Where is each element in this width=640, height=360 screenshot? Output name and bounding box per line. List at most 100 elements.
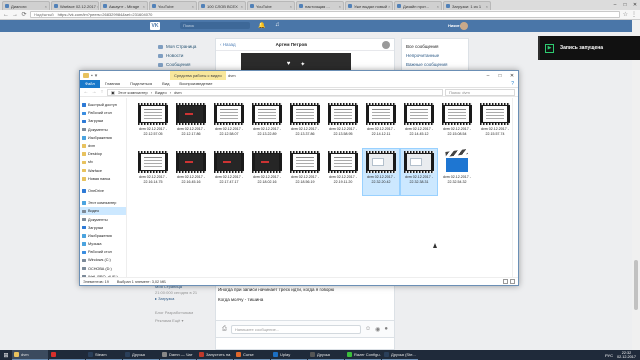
video-file-tile[interactable]: dvm 02.12.2017 -22.12.58.07 xyxy=(211,101,247,147)
browser-tab[interactable]: Уже выдал новый × xyxy=(345,1,393,10)
vk-filter-item[interactable]: Все сообщения xyxy=(406,42,464,51)
up-arrow-icon[interactable]: ↑ xyxy=(99,89,105,95)
video-file-tile[interactable]: dvm 02.12.2017 -22.18.56.19 xyxy=(287,149,323,195)
smile-icon[interactable]: ☺ xyxy=(365,326,371,332)
tab-close-icon[interactable]: × xyxy=(485,4,488,9)
tab-close-icon[interactable]: × xyxy=(387,4,390,9)
video-file-tile[interactable]: dvm 02.12.2017 -22.13.37.86 xyxy=(287,101,323,147)
windows-start-icon[interactable]: ⊞ xyxy=(0,350,12,360)
breadcrumb-separator-icon[interactable]: › xyxy=(151,90,152,95)
video-file-tile[interactable]: dvm 02.12.2017 -22.16.14.75 xyxy=(135,149,171,195)
nav-item[interactable]: Рабочий стол xyxy=(80,109,126,117)
nav-item[interactable]: Музыка xyxy=(80,240,126,248)
taskbar-app[interactable]: Друзья xyxy=(308,350,344,360)
tab-close-icon[interactable]: × xyxy=(191,4,194,9)
vk-menu-item[interactable]: Моя Страница xyxy=(158,42,208,51)
star-icon[interactable]: ☆ xyxy=(623,11,628,18)
nav-item[interactable]: Desktop xyxy=(80,150,126,158)
nav-item[interactable]: Документы xyxy=(80,215,126,223)
minimize-icon[interactable]: – xyxy=(610,0,620,10)
taskbar-app[interactable] xyxy=(49,350,85,360)
back-arrow-icon[interactable]: ← xyxy=(3,12,9,18)
video-file-tile[interactable]: dvm 02.12.2017 -22.32.20.42 xyxy=(362,148,400,196)
browser-tab[interactable]: YouTube × xyxy=(149,1,197,10)
video-file-tile[interactable]: dvm 02.12.2017 -22.15.08.54 xyxy=(439,101,475,147)
heart-icon[interactable]: ♥ xyxy=(287,61,291,67)
forward-arrow-icon[interactable]: → xyxy=(12,12,18,18)
vk-search-input[interactable]: Поиск xyxy=(180,22,250,29)
chat-back-link[interactable]: ‹ Назад xyxy=(220,42,236,47)
vk-menu-item[interactable]: Новости xyxy=(158,51,208,60)
nav-item[interactable]: Изображения xyxy=(80,232,126,240)
nav-item[interactable]: dvm xyxy=(80,142,126,150)
reload-icon[interactable]: ⟳ xyxy=(21,11,27,18)
help-icon[interactable]: ? xyxy=(511,81,518,87)
video-file-tile[interactable]: dvm 02.12.2017 -22.13.58.95 xyxy=(325,101,361,147)
camera-icon[interactable]: ◉ xyxy=(375,326,380,333)
lang-indicator[interactable]: РУС xyxy=(605,353,613,358)
video-file-tile[interactable]: dvm 02.12.2017 -22.14.12.11 xyxy=(363,101,399,147)
video-file-tile[interactable]: dvm 02.12.2017 -22.12.57.05 xyxy=(135,101,171,147)
chat-avatar[interactable] xyxy=(382,40,390,49)
microphone-icon[interactable]: ● xyxy=(384,326,388,332)
menu-icon[interactable]: ⋮ xyxy=(631,11,637,18)
breadcrumb-item[interactable]: Видео xyxy=(155,90,167,95)
contextual-tab-label[interactable]: Средства работы с видео xyxy=(170,71,226,80)
taskbar-app[interactable]: Razer Configu... xyxy=(345,350,381,360)
browser-tab[interactable]: Дизайн прот... × xyxy=(394,1,442,10)
scrollbar-thumb[interactable] xyxy=(634,260,638,310)
vk-filter-item[interactable]: Непрочитанные xyxy=(406,51,464,60)
tab-close-icon[interactable]: × xyxy=(240,4,243,9)
taskbar-app[interactable]: Damn — Чат xyxy=(160,350,196,360)
video-file-tile[interactable]: dvm 02.12.2017 -22.17.47.17 xyxy=(211,149,247,195)
clock[interactable]: 22:32 02.12.2017 xyxy=(617,351,636,360)
video-file-tile[interactable]: dvm 02.12.2017 -22.19.11.20 xyxy=(325,149,361,195)
video-file-tile[interactable]: dvm 02.12.2017 -22.18.02.16 xyxy=(249,149,285,195)
video-file-tile[interactable]: dvm 02.12.2017 -22.14.45.12 xyxy=(401,101,437,147)
maximize-icon[interactable]: □ xyxy=(494,71,506,80)
browser-scrollbar[interactable] xyxy=(632,20,640,350)
properties-icon[interactable]: ▪ xyxy=(91,73,93,79)
megaphone-icon[interactable]: ✦ xyxy=(300,61,305,68)
dropdown-icon[interactable]: ▾ xyxy=(95,73,98,79)
forward-arrow-icon[interactable]: → xyxy=(91,89,97,95)
video-file-tile[interactable]: dvm 02.12.2017 -22.32.54.32 xyxy=(439,148,475,195)
nav-item[interactable]: Загрузки xyxy=(80,117,126,125)
ribbon-tab[interactable]: Главная xyxy=(100,80,125,88)
left-lower-link[interactable]: ▸ Загрузка xyxy=(155,296,210,304)
details-view-icon[interactable] xyxy=(503,279,508,284)
browser-tab[interactable]: Аккаунт - Mirage × xyxy=(100,1,148,10)
video-file-tile[interactable]: dvm 02.12.2017 -22.12.17.86 xyxy=(173,101,209,147)
chat-contact-name[interactable]: Артем Петров xyxy=(276,42,307,47)
bell-icon[interactable]: 🔔 xyxy=(258,22,265,29)
tab-close-icon[interactable]: × xyxy=(338,4,341,9)
ribbon-tab[interactable]: Файл xyxy=(80,79,100,88)
tab-close-icon[interactable]: × xyxy=(436,4,439,9)
nav-item[interactable]: OneDrive xyxy=(80,187,126,195)
browser-tab[interactable]: Загрузки: 1 из 1 × xyxy=(443,1,491,10)
nav-item[interactable]: Видео xyxy=(80,207,126,216)
nav-item[interactable]: Windows (C:) xyxy=(80,256,126,264)
avatar[interactable] xyxy=(460,22,468,30)
nav-item[interactable]: Warface xyxy=(80,167,126,175)
taskbar-app[interactable]: Uplay xyxy=(271,350,307,360)
explorer-path[interactable]: ▣ Этот компьютер › Видео › dvm xyxy=(107,88,443,96)
nav-item[interactable]: Этот компьютер xyxy=(80,199,126,207)
nav-item[interactable]: Загрузки xyxy=(80,224,126,232)
breadcrumb-separator-icon[interactable]: › xyxy=(170,90,171,95)
ribbon-tab[interactable]: Воспроизведение xyxy=(174,80,217,88)
taskbar-app[interactable]: Запустить на xyxy=(197,350,233,360)
thumbnails-view-icon[interactable] xyxy=(510,279,515,284)
breadcrumb-item[interactable]: dvm xyxy=(174,90,182,95)
browser-tab[interactable]: настоящая ... × xyxy=(296,1,344,10)
tab-close-icon[interactable]: × xyxy=(142,4,145,9)
browser-tab[interactable]: Warface 02.12.2017 × xyxy=(51,1,99,10)
nav-item[interactable]: Новая папка xyxy=(80,175,126,183)
breadcrumb-item[interactable]: Этот компьютер xyxy=(118,90,148,95)
nav-item[interactable]: Рабочий стол xyxy=(80,248,126,256)
taskbar-app[interactable]: Steam xyxy=(86,350,122,360)
video-file-tile[interactable]: dvm 02.12.2017 -22.16.45.16 xyxy=(173,149,209,195)
music-icon[interactable]: ♫ xyxy=(275,22,280,28)
back-arrow-icon[interactable]: ← xyxy=(83,89,89,95)
browser-tab[interactable]: 100 СЛОВ ВСЕХ × xyxy=(198,1,246,10)
